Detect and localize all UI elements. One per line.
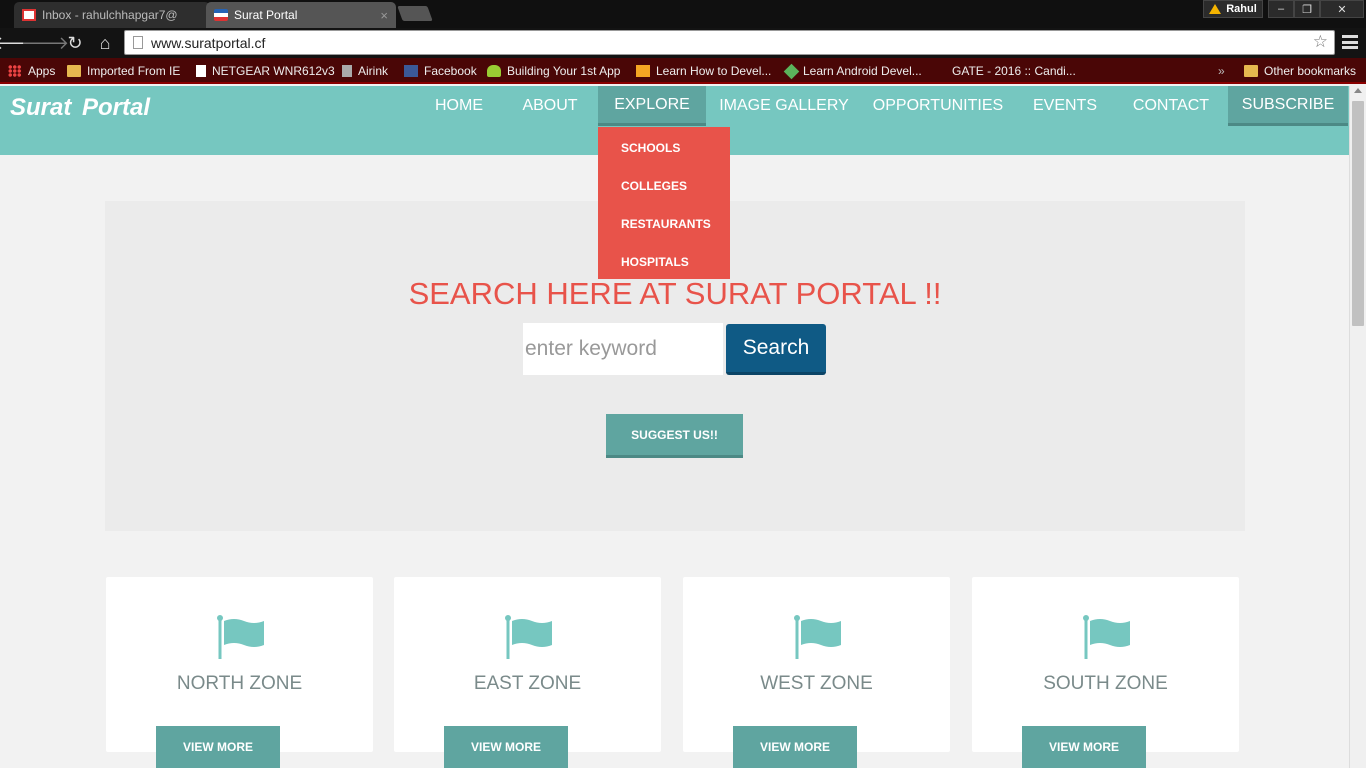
bookmark-label: Facebook <box>424 64 477 78</box>
amazon-icon <box>636 65 650 77</box>
profile-name: Rahul <box>1226 3 1257 15</box>
tab-title: Surat Portal <box>234 8 298 22</box>
bookmark-apps[interactable]: Apps <box>8 62 55 80</box>
nav-explore[interactable]: EXPLORE <box>598 86 706 126</box>
bookmark-label: Building Your 1st App <box>507 64 621 78</box>
nav-events[interactable]: EVENTS <box>1025 86 1105 126</box>
bookmark-label: Apps <box>28 64 56 78</box>
folder-icon <box>67 65 81 77</box>
warning-icon <box>1209 4 1222 14</box>
dropdown-item-schools[interactable]: SCHOOLS <box>598 129 730 167</box>
home-icon[interactable]: ⌂ <box>94 32 116 54</box>
vertical-scrollbar[interactable] <box>1349 86 1366 768</box>
apps-icon <box>8 65 22 77</box>
zone-title: EAST ZONE <box>473 673 582 694</box>
bookmark-netgear[interactable]: NETGEAR WNR612v3 <box>196 62 335 80</box>
view-more-button[interactable]: VIEW MORE <box>733 726 857 768</box>
bookmark-label: Airink <box>358 64 389 78</box>
zone-card-west: WEST ZONE VIEW MORE <box>683 577 950 768</box>
bookmark-star-icon[interactable]: ☆ <box>1313 32 1328 52</box>
zone-title: SOUTH ZONE <box>1043 673 1168 694</box>
profile-button[interactable]: Rahul <box>1203 0 1263 18</box>
nav-contact[interactable]: CONTACT <box>1124 86 1218 126</box>
dropdown-item-restaurants[interactable]: RESTAURANTS <box>598 205 730 243</box>
view-more-button[interactable]: VIEW MORE <box>444 726 568 768</box>
bookmark-label: Learn How to Devel... <box>656 64 772 78</box>
view-more-button[interactable]: VIEW MORE <box>1022 726 1146 768</box>
zone-card-south: SOUTH ZONE VIEW MORE <box>972 577 1239 768</box>
facebook-icon <box>404 65 418 77</box>
restore-icon[interactable]: ❐ <box>1294 0 1320 18</box>
search-button[interactable]: Search <box>726 324 826 375</box>
bookmarks-overflow-icon[interactable]: » <box>1218 62 1225 80</box>
bookmark-gate[interactable]: GATE - 2016 :: Candi... <box>936 62 1076 80</box>
bookmark-label: GATE - 2016 :: Candi... <box>952 64 1076 78</box>
zone-card-east: EAST ZONE VIEW MORE <box>394 577 661 768</box>
forward-arrow-icon[interactable]: 🡒 <box>21 32 69 54</box>
scroll-up-icon[interactable] <box>1354 88 1362 93</box>
android-icon <box>487 65 501 77</box>
bookmark-learn-how[interactable]: Learn How to Devel... <box>636 62 771 80</box>
bookmark-airink[interactable]: Airink <box>342 62 388 80</box>
flag-icon <box>1083 615 1130 659</box>
address-bar[interactable]: www.suratportal.cf ☆ <box>124 30 1335 55</box>
reload-icon[interactable]: ↻ <box>64 32 86 54</box>
zone-card-north: NORTH ZONE VIEW MORE <box>106 577 373 768</box>
chrome-menu-icon[interactable] <box>1340 33 1360 51</box>
bookmark-label: Other bookmarks <box>1264 64 1357 78</box>
site-favicon-icon <box>214 9 228 21</box>
nav-image-gallery[interactable]: IMAGE GALLERY <box>716 86 852 126</box>
nav-home[interactable]: HOME <box>420 86 498 126</box>
url-text: www.suratportal.cf <box>151 34 266 51</box>
tab-close-icon[interactable]: × <box>380 8 388 23</box>
flag-icon <box>794 615 841 659</box>
tab-surat-portal[interactable]: Surat Portal × <box>206 2 396 28</box>
flag-icon <box>217 615 264 659</box>
hero-title: SEARCH HERE AT SURAT PORTAL !! <box>408 276 942 311</box>
bookmarks-bar: Apps Imported From IE NETGEAR WNR612v3 A… <box>0 58 1366 84</box>
bookmark-label: Imported From IE <box>87 64 181 78</box>
airink-icon <box>342 65 352 77</box>
flag-icon <box>505 615 552 659</box>
folder-icon <box>1244 65 1258 77</box>
page-icon <box>936 65 946 77</box>
bookmark-facebook[interactable]: Facebook <box>404 62 477 80</box>
minimize-icon[interactable]: – <box>1268 0 1294 18</box>
nav-about[interactable]: ABOUT <box>506 86 594 126</box>
scrollbar-thumb[interactable] <box>1352 101 1364 326</box>
tab-title: Inbox - rahulchhapgar7@ <box>42 8 178 22</box>
nav-subscribe[interactable]: SUBSCRIBE <box>1228 86 1348 126</box>
close-window-icon[interactable]: ✕ <box>1320 0 1364 18</box>
dropdown-item-hospitals[interactable]: HOSPITALS <box>598 243 730 281</box>
nav-opportunities[interactable]: OPPORTUNITIES <box>868 86 1008 126</box>
explore-dropdown: SCHOOLS COLLEGES RESTAURANTS HOSPITALS <box>598 127 730 279</box>
bookmark-imported-from-ie[interactable]: Imported From IE <box>67 62 180 80</box>
page-icon <box>196 65 206 77</box>
page-icon <box>133 36 143 49</box>
gmail-icon <box>22 9 36 21</box>
tab-gmail[interactable]: Inbox - rahulchhapgar7@ <box>14 2 210 28</box>
bookmark-label: NETGEAR WNR612v3 <box>212 64 335 78</box>
site-logo[interactable]: Surat Portal <box>10 94 150 122</box>
bookmark-building-first-app[interactable]: Building Your 1st App <box>487 62 620 80</box>
tab-strip: Inbox - rahulchhapgar7@ Surat Portal × R… <box>0 0 1366 28</box>
bookmark-learn-android[interactable]: Learn Android Devel... <box>783 62 922 80</box>
search-input[interactable] <box>523 323 723 375</box>
view-more-button[interactable]: VIEW MORE <box>156 726 280 768</box>
new-tab-button[interactable] <box>397 6 433 21</box>
dropdown-item-colleges[interactable]: COLLEGES <box>598 167 730 205</box>
hex-icon <box>783 63 800 79</box>
bookmark-label: Learn Android Devel... <box>803 64 922 78</box>
zone-title: NORTH ZONE <box>176 673 303 694</box>
zone-title: WEST ZONE <box>760 673 873 694</box>
other-bookmarks[interactable]: Other bookmarks <box>1244 62 1356 80</box>
page-viewport: Surat Portal HOME ABOUT EXPLORE IMAGE GA… <box>0 86 1349 768</box>
suggest-us-button[interactable]: SUGGEST US!! <box>606 414 743 458</box>
